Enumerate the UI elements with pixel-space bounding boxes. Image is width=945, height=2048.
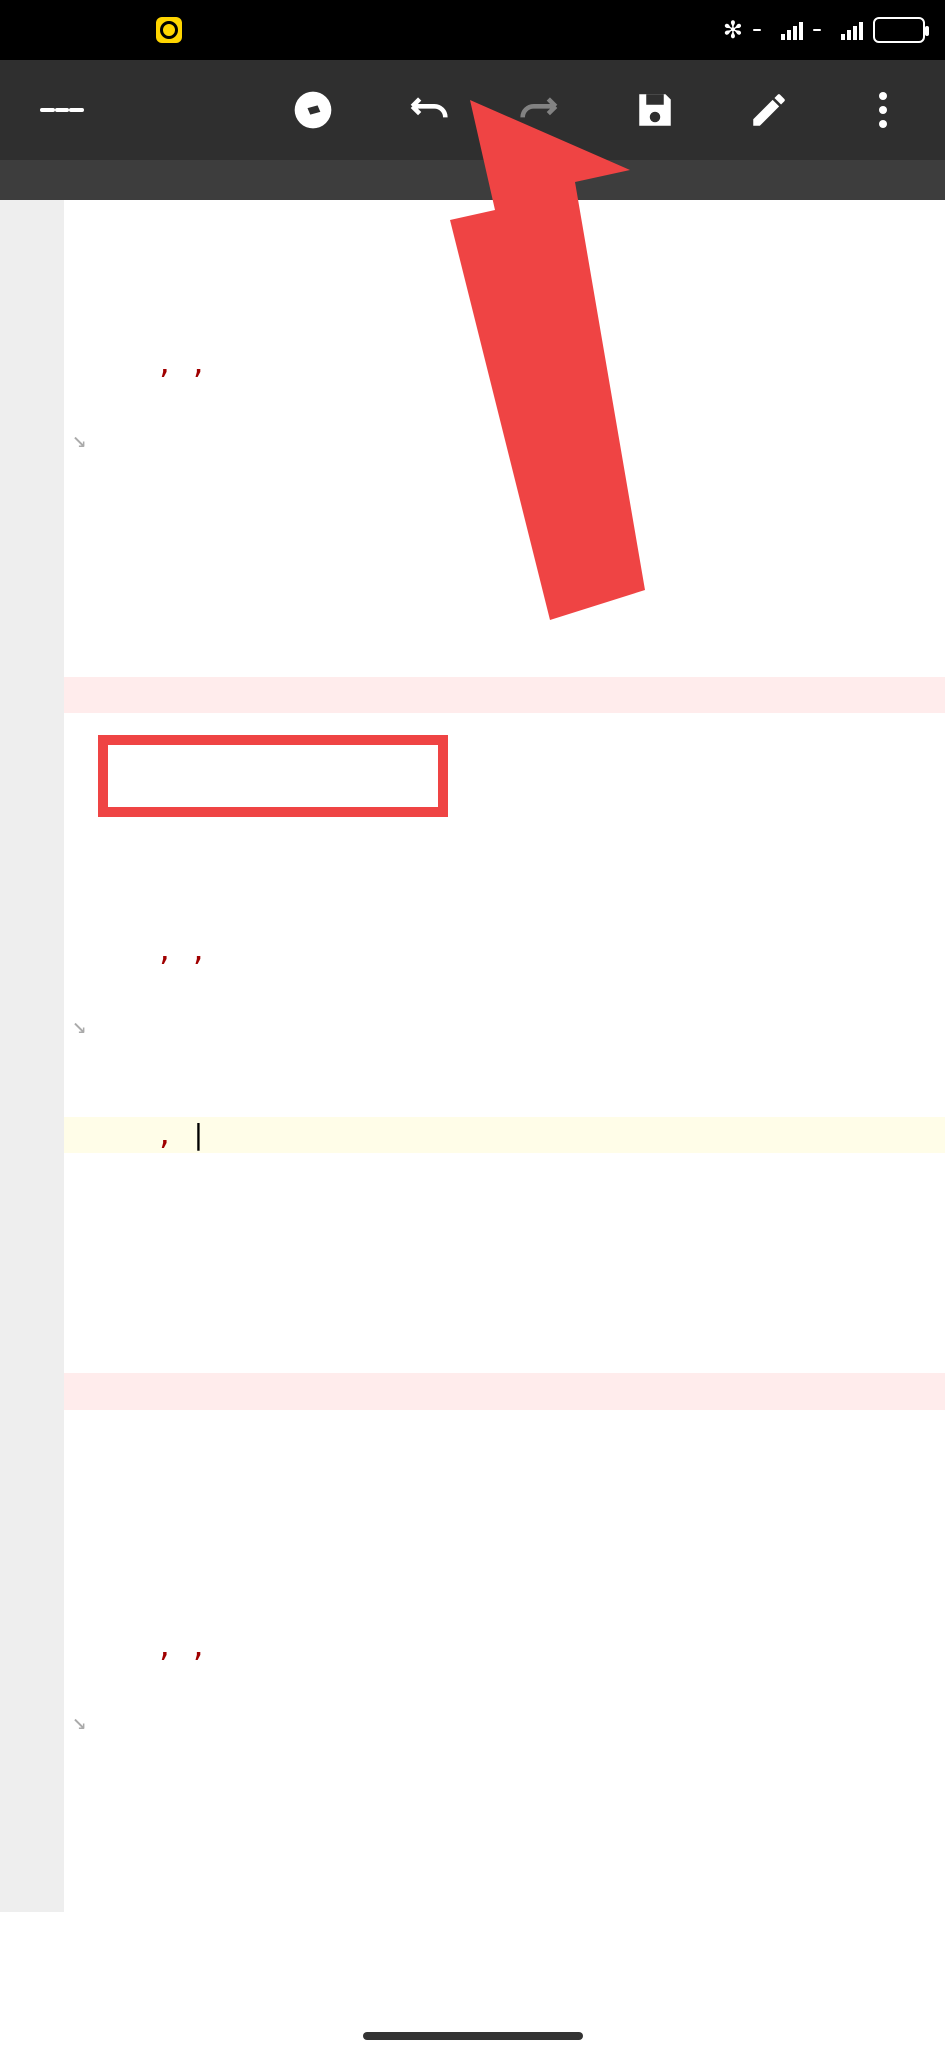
hd-badge-1 xyxy=(753,29,761,31)
compass-icon[interactable] xyxy=(291,88,335,132)
hd-badge-2 xyxy=(813,29,821,31)
more-icon[interactable] xyxy=(861,88,905,132)
redo-icon[interactable] xyxy=(519,88,563,132)
battery-icon xyxy=(873,17,925,43)
toolbar xyxy=(0,60,945,160)
signal-icon-1 xyxy=(781,20,803,40)
undo-icon[interactable] xyxy=(405,88,449,132)
signal-icon-2 xyxy=(841,20,863,40)
code-editor[interactable]: , , ↘ , , ↘ , | , , ↘ ↘ xyxy=(0,200,945,1912)
info-bar xyxy=(0,160,945,200)
edit-icon[interactable] xyxy=(747,88,791,132)
menu-icon[interactable] xyxy=(40,88,84,132)
nav-handle[interactable] xyxy=(363,2032,583,2040)
status-bar: ✻ xyxy=(0,0,945,60)
cursor-info xyxy=(878,167,921,193)
code-area[interactable]: , , ↘ , , ↘ , | , , ↘ ↘ xyxy=(64,200,945,1912)
bluetooth-icon: ✻ xyxy=(723,16,743,45)
status-app-indicator xyxy=(156,17,182,43)
save-icon[interactable] xyxy=(633,88,677,132)
status-right: ✻ xyxy=(713,16,925,45)
line-gutter xyxy=(0,200,64,1912)
status-left xyxy=(150,17,182,43)
